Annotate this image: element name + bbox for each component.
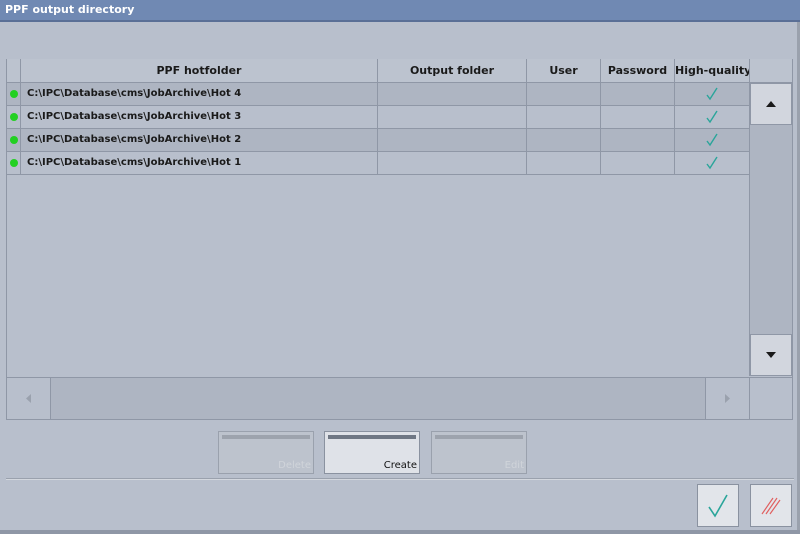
high-quality-cell[interactable] <box>675 129 749 151</box>
window-title: PPF output directory <box>0 0 800 20</box>
status-cell <box>7 106 21 128</box>
hotfolder-cell[interactable]: C:\IPC\Database\cms\JobArchive\Hot 2 <box>21 129 378 151</box>
status-indicator-icon <box>10 113 18 121</box>
scroll-left-button[interactable] <box>7 378 50 419</box>
user-cell[interactable] <box>527 83 601 105</box>
footer-divider-highlight <box>6 479 794 480</box>
header-ppf-hotfolder[interactable]: PPF hotfolder <box>21 59 378 83</box>
high-quality-cell[interactable] <box>675 152 749 174</box>
header-output-folder[interactable]: Output folder <box>378 59 527 83</box>
checkmark-icon <box>675 83 749 105</box>
password-cell[interactable] <box>601 129 675 151</box>
checkmark-icon <box>675 152 749 174</box>
header-status <box>7 59 21 83</box>
header-high-quality[interactable]: High-quality ... <box>675 59 750 83</box>
edit-button[interactable]: Edit <box>431 431 527 474</box>
scroll-right-button[interactable] <box>706 378 749 419</box>
cancel-icon <box>761 497 781 514</box>
window-edge-bottom <box>0 530 800 534</box>
button-bar <box>222 435 310 439</box>
table-row[interactable]: C:\IPC\Database\cms\JobArchive\Hot 4 <box>7 83 749 106</box>
vertical-scrollbar[interactable] <box>749 83 792 376</box>
user-cell[interactable] <box>527 152 601 174</box>
arrow-right-icon <box>725 394 730 403</box>
cancel-button[interactable] <box>750 484 792 527</box>
status-indicator-icon <box>10 136 18 144</box>
hotfolder-cell[interactable]: C:\IPC\Database\cms\JobArchive\Hot 3 <box>21 106 378 128</box>
status-indicator-icon <box>10 159 18 167</box>
scroll-down-button[interactable] <box>750 334 792 376</box>
password-cell[interactable] <box>601 152 675 174</box>
arrow-up-icon <box>766 101 776 107</box>
user-cell[interactable] <box>527 129 601 151</box>
ok-button[interactable] <box>697 484 739 527</box>
status-indicator-icon <box>10 90 18 98</box>
status-cell <box>7 129 21 151</box>
status-cell <box>7 83 21 105</box>
button-bar <box>435 435 523 439</box>
header-corner <box>750 59 792 83</box>
checkmark-icon <box>708 494 728 518</box>
output-folder-cell[interactable] <box>378 83 527 105</box>
delete-label: Delete <box>278 460 311 471</box>
password-cell[interactable] <box>601 83 675 105</box>
status-cell <box>7 152 21 174</box>
hotfolder-cell[interactable]: C:\IPC\Database\cms\JobArchive\Hot 4 <box>21 83 378 105</box>
table-row[interactable]: C:\IPC\Database\cms\JobArchive\Hot 3 <box>7 106 749 129</box>
edit-label: Edit <box>504 460 524 471</box>
button-bar <box>328 435 416 439</box>
scroll-corner <box>749 377 792 419</box>
create-label: Create <box>383 460 417 471</box>
arrow-left-icon <box>26 394 31 403</box>
checkmark-icon <box>675 106 749 128</box>
horizontal-scroll-thumb[interactable] <box>50 378 706 419</box>
table-row[interactable]: C:\IPC\Database\cms\JobArchive\Hot 1 <box>7 152 749 175</box>
high-quality-cell[interactable] <box>675 83 749 105</box>
title-divider <box>0 20 800 22</box>
delete-button[interactable]: Delete <box>218 431 314 474</box>
output-folder-cell[interactable] <box>378 106 527 128</box>
header-user[interactable]: User <box>527 59 601 83</box>
user-cell[interactable] <box>527 106 601 128</box>
high-quality-cell[interactable] <box>675 106 749 128</box>
table-row[interactable]: C:\IPC\Database\cms\JobArchive\Hot 2 <box>7 129 749 152</box>
scroll-up-button[interactable] <box>750 83 792 125</box>
create-button[interactable]: Create <box>324 431 420 474</box>
arrow-down-icon <box>766 352 776 358</box>
header-password[interactable]: Password <box>601 59 675 83</box>
hotfolder-cell[interactable]: C:\IPC\Database\cms\JobArchive\Hot 1 <box>21 152 378 174</box>
output-folder-cell[interactable] <box>378 129 527 151</box>
checkmark-icon <box>675 129 749 151</box>
output-folder-cell[interactable] <box>378 152 527 174</box>
password-cell[interactable] <box>601 106 675 128</box>
